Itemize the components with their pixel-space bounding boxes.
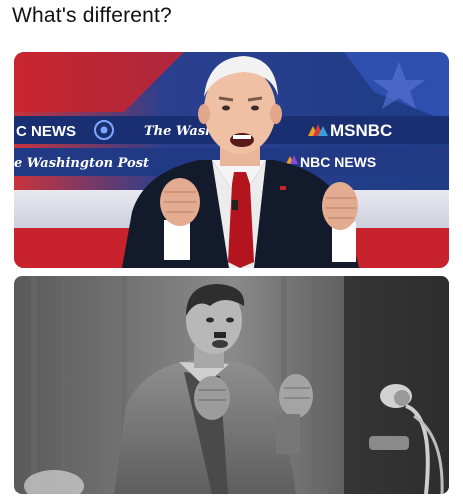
banner-washington-post-label: e Washington Post	[14, 156, 149, 171]
historical-speech-photo	[14, 276, 449, 494]
banner-msnbc-label: MSNBC	[330, 121, 392, 140]
left-fist-bw	[194, 376, 230, 420]
banner-washpost-label: The Wash	[144, 124, 215, 139]
banner-nbcnews-label: NBC NEWS	[300, 154, 376, 170]
meme-caption: What's different?	[12, 4, 172, 27]
historical-speech-illustration	[14, 276, 449, 494]
banner-cnews-label: C NEWS	[16, 123, 76, 140]
debate-stage-illustration: C NEWS The Wash MSNBC e Washington Post …	[14, 52, 449, 268]
debate-stage-photo: C NEWS The Wash MSNBC e Washington Post …	[14, 52, 449, 268]
